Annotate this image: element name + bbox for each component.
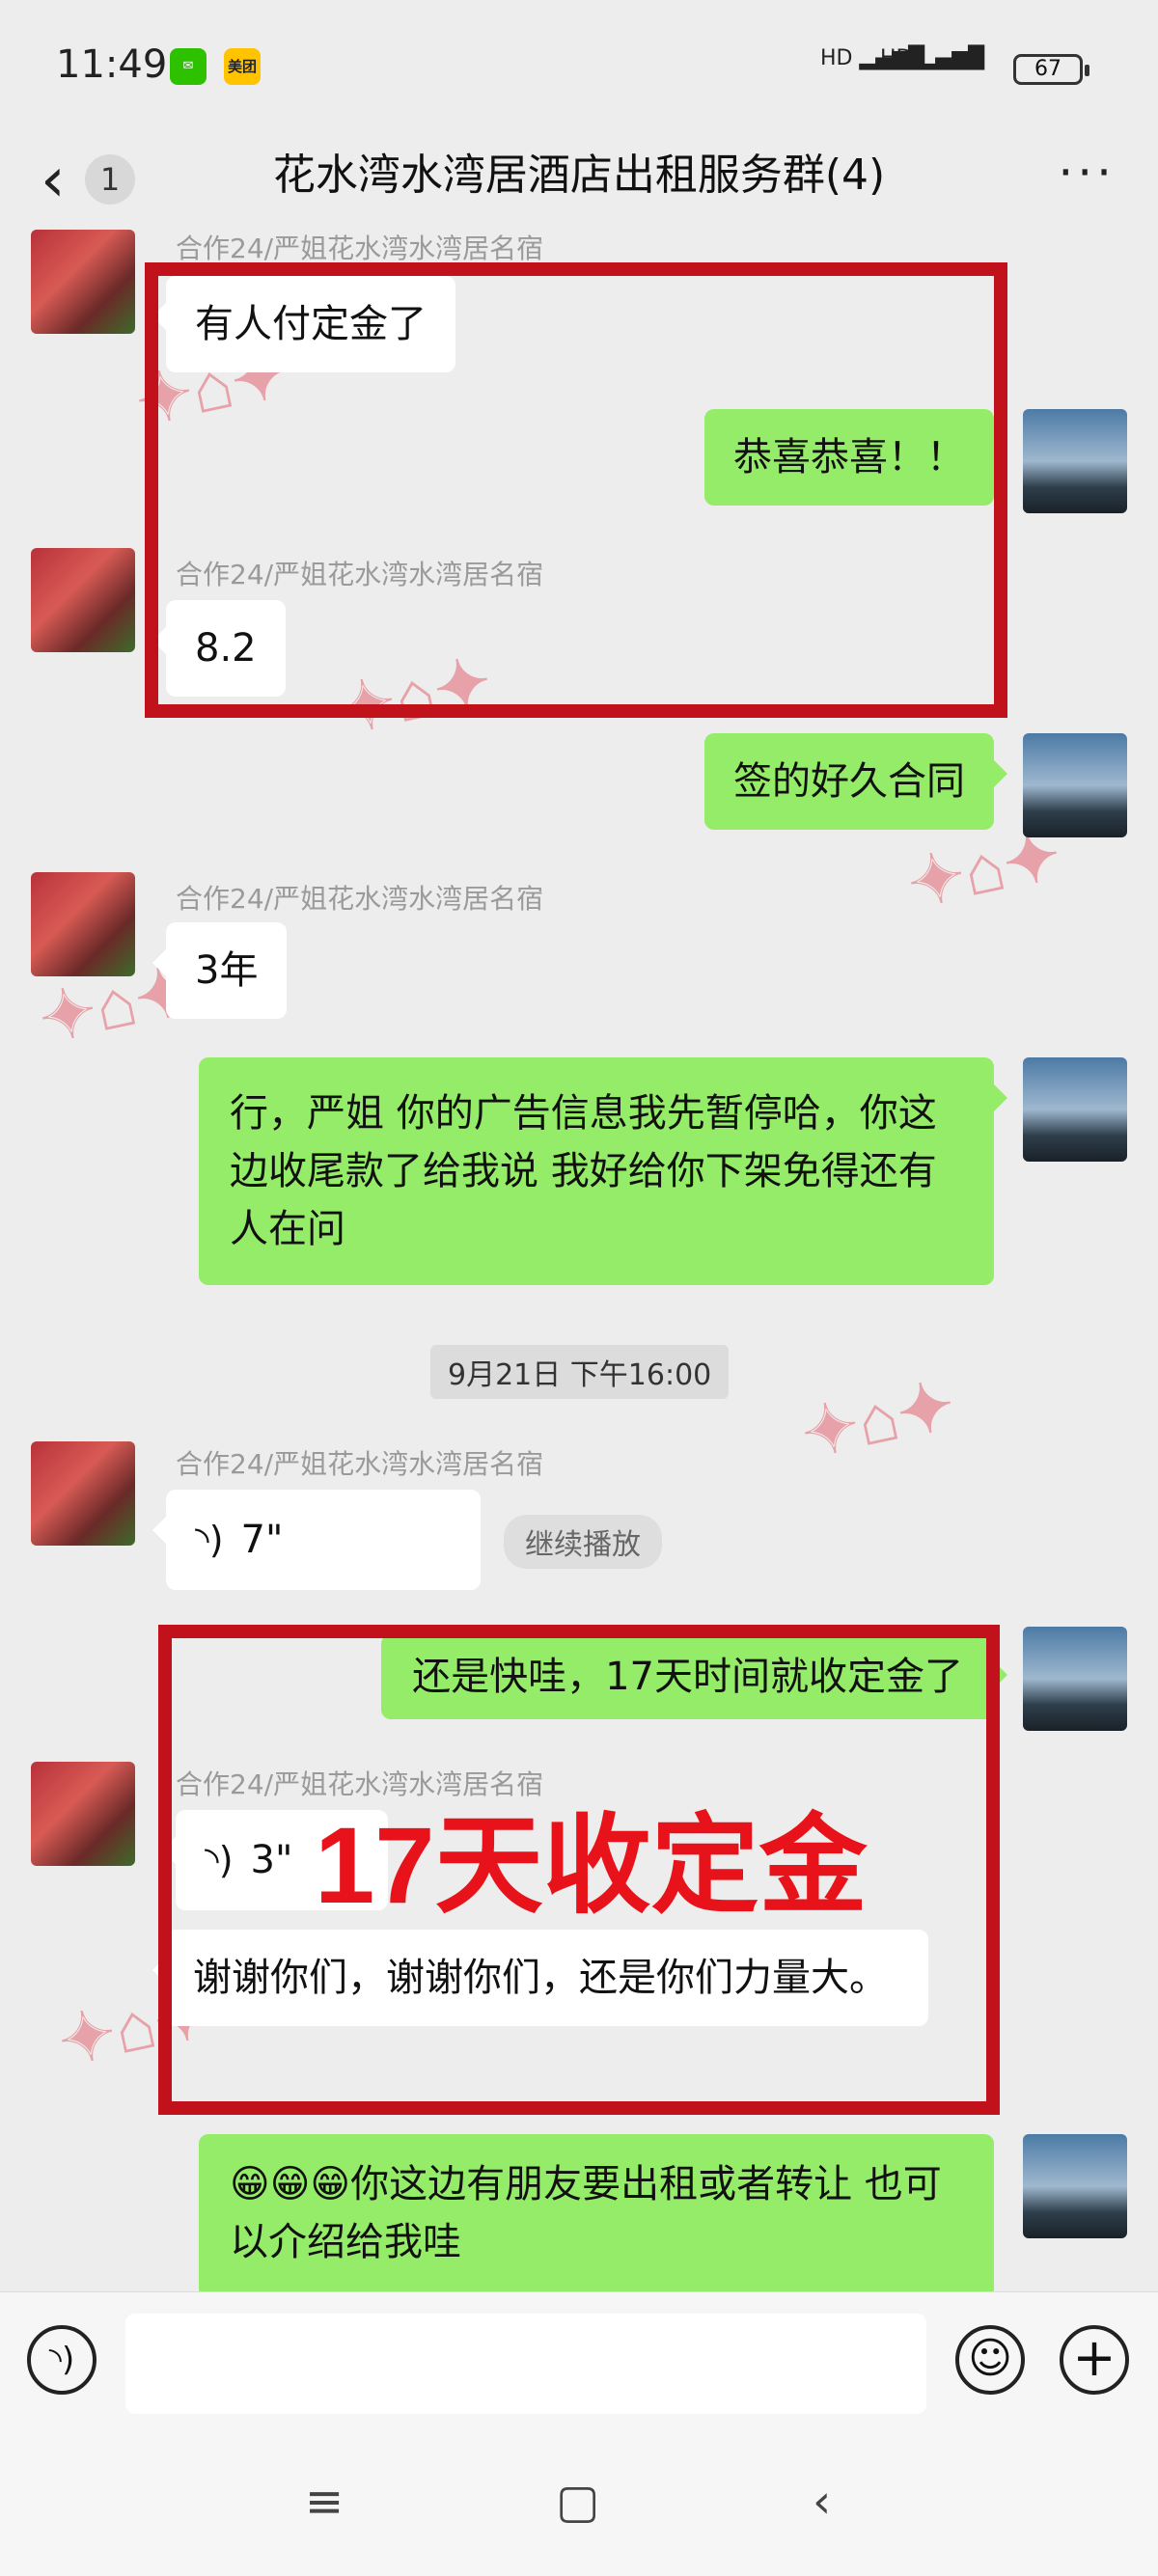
back-icon[interactable]: ‹ xyxy=(41,147,79,214)
back-nav-icon[interactable]: ‹ xyxy=(813,2475,831,2529)
avatar[interactable] xyxy=(1023,1627,1127,1731)
unread-badge[interactable]: 1 xyxy=(85,154,135,205)
avatar[interactable] xyxy=(31,872,135,976)
wifi-icon: ◠ xyxy=(950,42,979,81)
message-bubble[interactable]: 签的好久合同 xyxy=(704,733,1007,830)
sender-name: 合作24/严姐花水湾水湾居名宿 xyxy=(176,1448,544,1480)
plus-icon[interactable]: + xyxy=(1060,2325,1129,2395)
voice-input-icon[interactable]: ◝) xyxy=(27,2325,96,2395)
timestamp: 9月21日 下午16:00 xyxy=(430,1345,730,1399)
avatar[interactable] xyxy=(31,1441,135,1546)
watermark-logo-icon: ✦⌂✦ xyxy=(794,1366,961,1472)
emoji-icon[interactable]: ☺ xyxy=(955,2325,1025,2395)
more-icon[interactable]: ··· xyxy=(1058,145,1116,201)
highlight-box xyxy=(145,262,1007,718)
sender-name: 合作24/严姐花水湾水湾居名宿 xyxy=(176,883,544,915)
avatar[interactable] xyxy=(1023,2134,1127,2238)
message-bubble[interactable]: 😁😁😁你这边有朋友要出租或者转让 也可以介绍给我哇 xyxy=(199,2134,994,2298)
avatar[interactable] xyxy=(1023,1057,1127,1162)
menu-icon[interactable]: ≡ xyxy=(305,2475,344,2529)
voice-wave-icon: ◝) xyxy=(195,1519,224,1561)
avatar[interactable] xyxy=(31,548,135,652)
avatar[interactable] xyxy=(1023,733,1127,837)
voice-message[interactable]: ◝) 7" xyxy=(152,1490,481,1590)
resume-playback-button[interactable]: 继续播放 xyxy=(504,1515,662,1569)
message-bubble[interactable]: 行，严姐 你的广告信息我先暂停哈，你这边收尾款了给我说 我好给你下架免得还有人在… xyxy=(199,1057,1007,1285)
chat-title: 花水湾水湾居酒店出租服务群(4) xyxy=(272,151,886,200)
home-icon[interactable]: ▢ xyxy=(556,2475,599,2529)
battery-icon: 67 xyxy=(1013,54,1089,85)
avatar[interactable] xyxy=(1023,409,1127,513)
avatar[interactable] xyxy=(31,230,135,334)
overlay-label: 17天收定金 xyxy=(315,1805,868,1926)
message-bubble[interactable]: 3年 xyxy=(152,922,288,1019)
meituan-icon: 美团 xyxy=(224,48,261,85)
voice-duration: 7" xyxy=(240,1518,284,1562)
sender-name: 合作24/严姐花水湾水湾居名宿 xyxy=(176,233,544,264)
wechat-icon: ✉ xyxy=(170,48,207,85)
message-input[interactable] xyxy=(125,2314,926,2414)
avatar[interactable] xyxy=(31,1762,135,1866)
status-time: 11:49 xyxy=(56,42,168,87)
